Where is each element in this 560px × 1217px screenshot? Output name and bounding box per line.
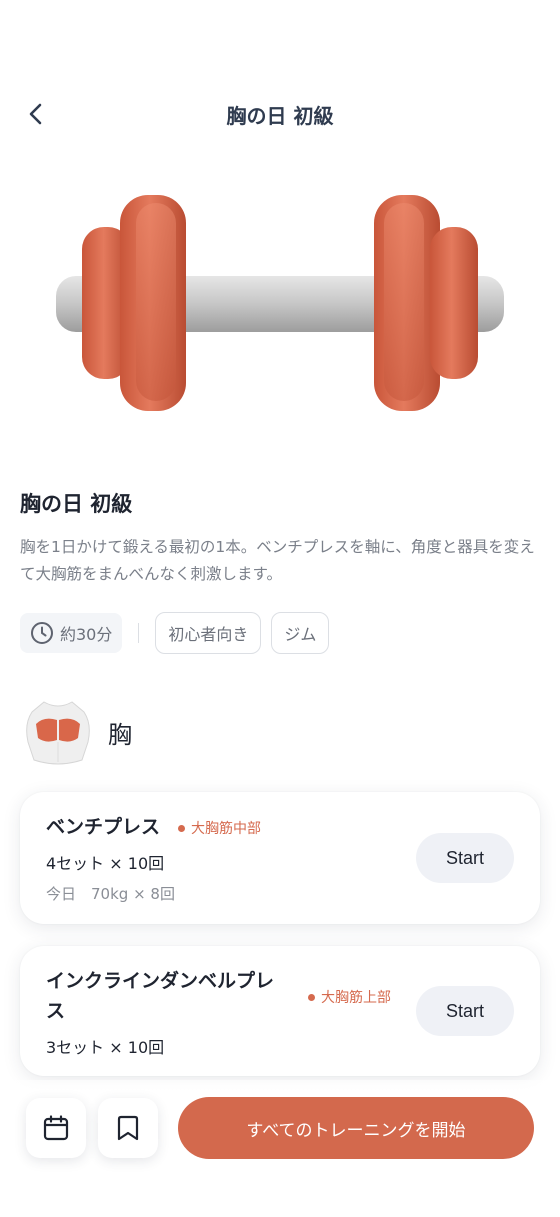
target-muscle-label: 大胸筋中部 [191, 821, 261, 837]
target-dot [178, 824, 185, 832]
target-muscle-label: 大胸筋上部 [321, 990, 391, 1006]
target-dot [308, 993, 315, 1001]
duration-tag: 約30分 [20, 613, 123, 653]
bookmark-icon [117, 1115, 139, 1141]
today-record: 今日 70kg × 8回 [46, 885, 175, 903]
chest-torso-icon [26, 701, 90, 765]
start-button[interactable]: Start [416, 833, 514, 883]
place-tag: ジム [271, 612, 330, 654]
exercise-card[interactable]: インクラインダンベルプレ ス 大胸筋上部 3セット × 10回 Start [20, 946, 540, 1076]
calendar-icon [43, 1115, 69, 1141]
exercise-name-line-1: インクラインダンベルプレ [46, 970, 275, 992]
exercise-sets: 4セット × 10回 [46, 854, 165, 873]
start-all-training-button[interactable]: すべてのトレーニングを開始 [178, 1097, 534, 1159]
target-muscle: 大胸筋中部 [178, 818, 261, 838]
duration-label: 約30分 [60, 625, 113, 644]
page-title: 胸の日 初級 [226, 104, 334, 128]
workout-description: 胸を1日かけて鍛える最初の1本。ベンチプレスを軸に、角度と器具を変えて大胸筋をま… [20, 538, 535, 583]
workout-detail-screen: 胸の日 初級 胸の日 初級 胸を1日かけて鍛える最初の1本。ベンチプレスを軸に、… [0, 0, 560, 1217]
muscle-group-label: 胸 [108, 720, 132, 749]
exercise-card[interactable]: ベンチプレス 大胸筋中部 4セット × 10回 今日 70kg × 8回 Sta… [20, 792, 540, 924]
exercise-name: ベンチプレス [46, 816, 161, 838]
muscle-group-header: 胸 [22, 696, 132, 768]
tag-divider [138, 623, 140, 643]
clock-icon [31, 622, 53, 644]
dumbbell-illustration [50, 185, 510, 425]
header: 胸の日 初級 [0, 84, 560, 144]
start-button[interactable]: Start [416, 986, 514, 1036]
tag-row: 約30分 初心者向き ジム [20, 612, 339, 654]
calendar-button[interactable] [26, 1098, 86, 1158]
target-muscle: 大胸筋上部 [308, 987, 391, 1007]
level-tag: 初心者向き [155, 612, 262, 654]
bookmark-button[interactable] [98, 1098, 158, 1158]
exercise-name-line-2: ス [46, 1000, 66, 1022]
bottom-action-bar: すべてのトレーニングを開始 [0, 1080, 560, 1217]
workout-title: 胸の日 初級 [20, 492, 133, 516]
exercise-sets: 3セット × 10回 [46, 1038, 165, 1057]
